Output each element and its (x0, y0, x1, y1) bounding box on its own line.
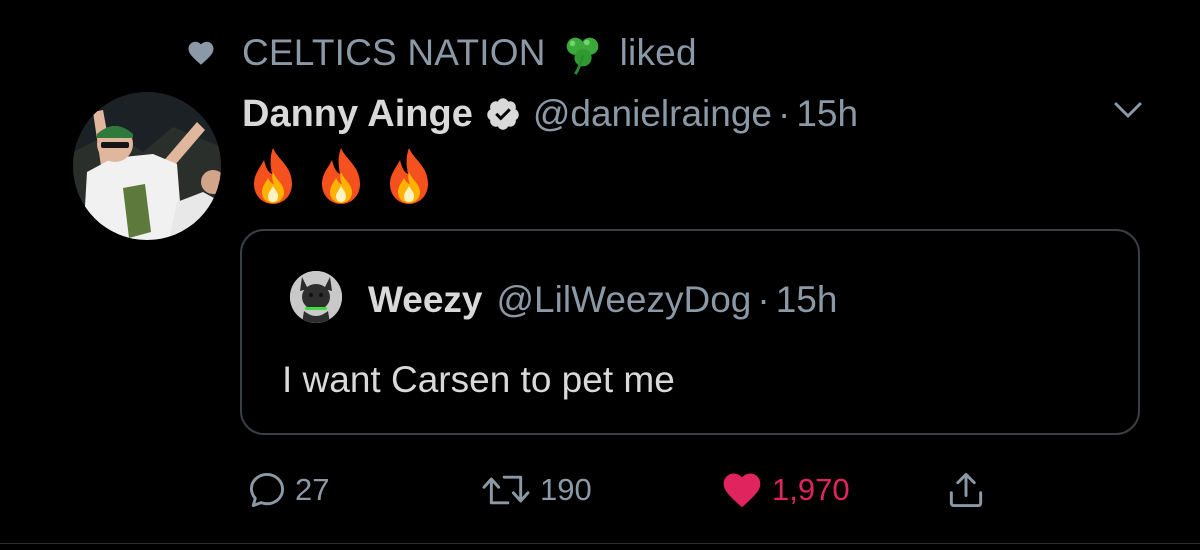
handle[interactable]: @danielrainge (533, 93, 772, 135)
like-count: 1,970 (772, 472, 850, 507)
reply-count: 27 (295, 472, 330, 507)
quoted-tweet-card[interactable]: Weezy @LilWeezyDog · 15h I want Carsen t… (240, 229, 1140, 435)
heart-icon (723, 473, 761, 508)
quoted-text: I want Carsen to pet me (282, 359, 675, 400)
avatar[interactable] (73, 92, 221, 240)
context-action: liked (619, 32, 697, 73)
retweet-button[interactable]: 190 (478, 462, 592, 518)
shamrock-icon (566, 37, 598, 75)
verified-badge-icon (487, 98, 519, 130)
heart-icon (188, 41, 214, 65)
timestamp[interactable]: 15h (796, 93, 858, 135)
reply-icon (249, 472, 285, 508)
context-account-name[interactable]: CELTICS NATION (242, 32, 546, 74)
tweet[interactable]: CELTICS NATION liked Danny Ainge @daniel… (0, 0, 1200, 550)
fire-emoji-icon (254, 148, 292, 204)
quoted-handle: @LilWeezyDog (496, 279, 752, 320)
display-name[interactable]: Danny Ainge (242, 93, 473, 136)
tweet-body-emoji (248, 146, 452, 206)
retweet-count: 190 (540, 472, 592, 507)
quoted-timestamp: 15h (775, 279, 838, 320)
retweet-icon (482, 475, 530, 505)
reply-button[interactable]: 27 (245, 462, 329, 518)
dog-photo (290, 271, 342, 323)
divider (0, 543, 1200, 544)
action-bar: 27 190 1,970 (0, 462, 1200, 518)
quoted-display-name: Weezy (368, 279, 483, 320)
avatar-photo (73, 92, 221, 240)
share-icon (949, 472, 983, 508)
tweet-header: Danny Ainge @danielrainge · 15h (242, 88, 858, 140)
quoted-avatar[interactable] (290, 271, 342, 323)
share-button[interactable] (944, 462, 988, 518)
social-context: CELTICS NATION liked (186, 30, 697, 76)
fire-emoji-icon (322, 148, 360, 204)
chevron-down-icon[interactable] (1110, 96, 1146, 124)
fire-emoji-icon (390, 148, 428, 204)
separator-dot: · (757, 279, 770, 320)
like-button[interactable]: 1,970 (718, 462, 850, 518)
quoted-header: Weezy @LilWeezyDog · 15h (368, 275, 837, 325)
separator-dot: · (778, 93, 791, 134)
